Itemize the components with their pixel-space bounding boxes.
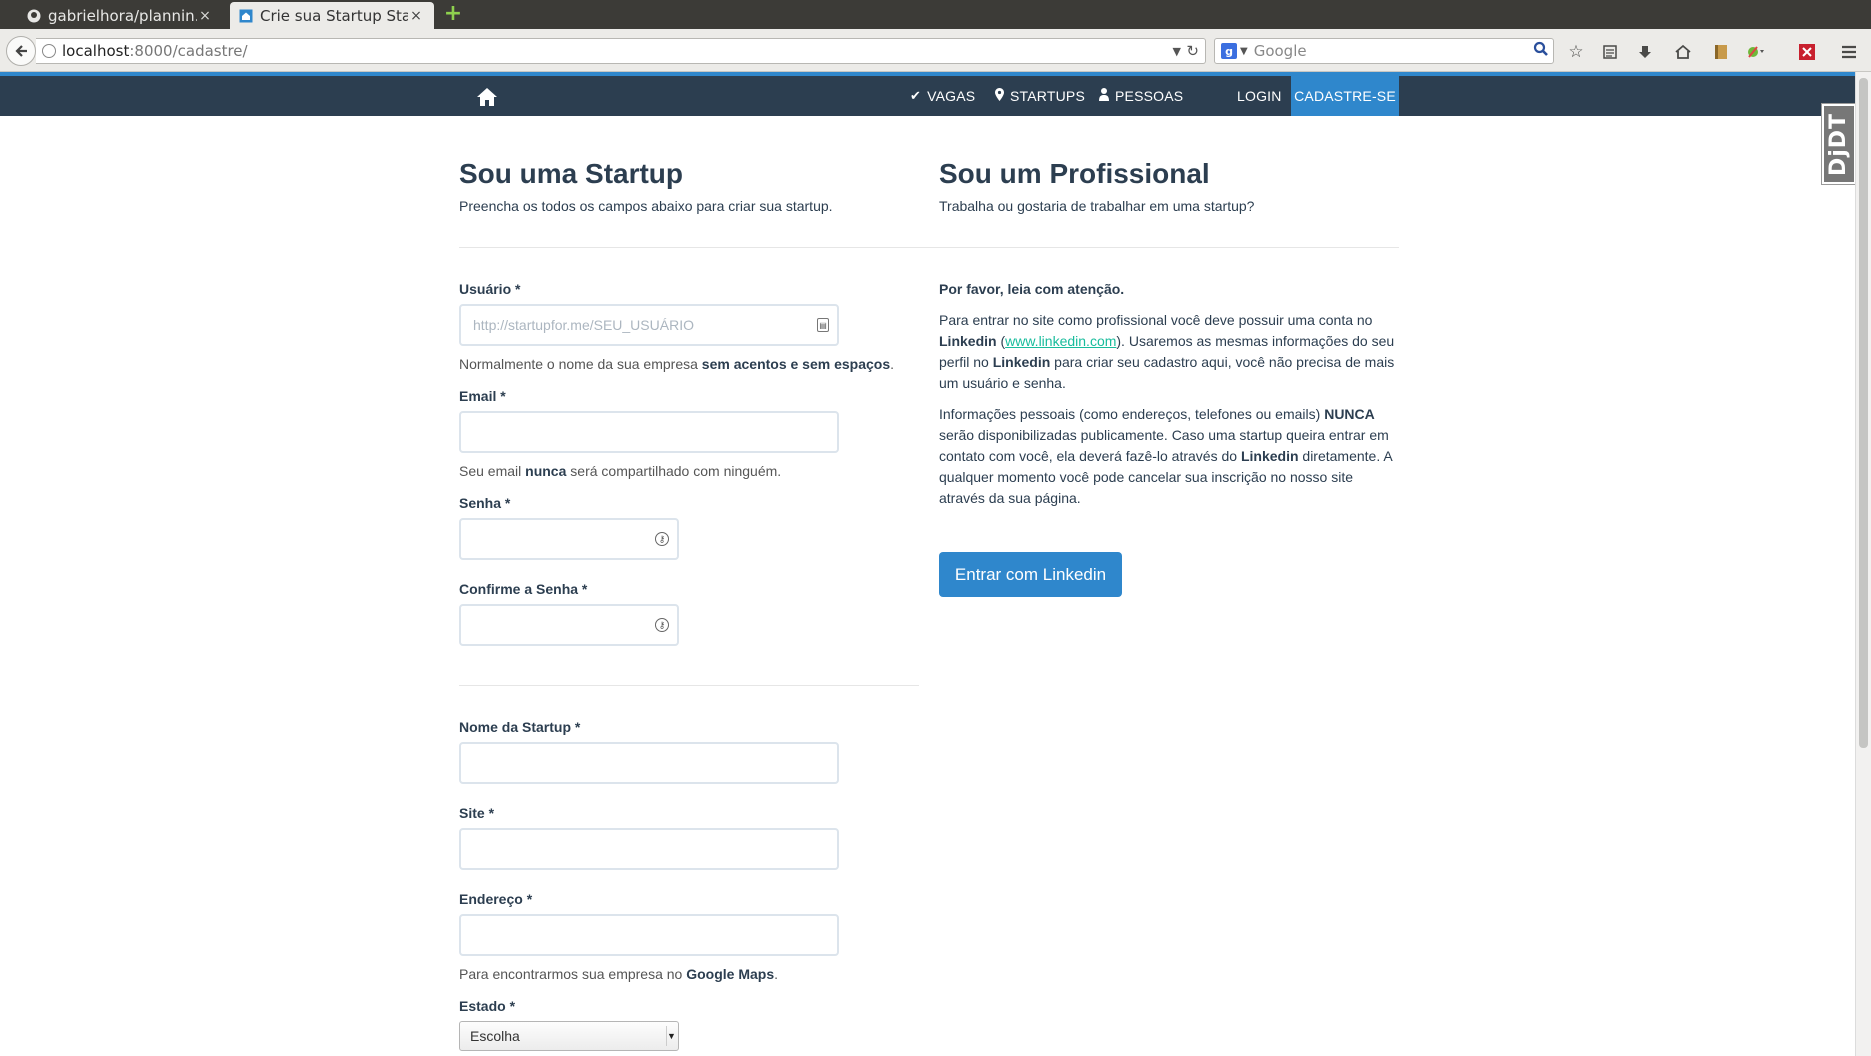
estado-label: Estado * xyxy=(459,998,516,1014)
search-icon[interactable] xyxy=(1533,41,1549,61)
back-arrow-icon[interactable] xyxy=(6,36,36,66)
browser-toolbar: localhost:8000/cadastre/ ▼ ↻ g ▼ Google … xyxy=(0,29,1871,72)
scrollbar-thumb[interactable] xyxy=(1859,78,1868,748)
site-field[interactable] xyxy=(459,828,839,870)
usuario-help: Normalmente o nome da sua empresa sem ac… xyxy=(459,356,895,372)
user-icon xyxy=(1099,88,1109,104)
nav-login[interactable]: LOGIN xyxy=(1237,76,1282,116)
browser-tab-bar: gabrielhora/plannin… × Crie sua Startup … xyxy=(0,0,1871,29)
django-debug-toolbar-tab[interactable]: DjDT xyxy=(1822,104,1856,184)
tab-title: Crie sua Startup Sta… xyxy=(260,6,408,25)
url-host: localhost xyxy=(62,42,130,60)
senha-field[interactable]: ⚷ xyxy=(459,518,679,560)
close-icon[interactable]: × xyxy=(197,8,213,24)
page-scrollbar[interactable] xyxy=(1855,72,1871,1056)
download-icon[interactable] xyxy=(1634,41,1656,63)
header-divider xyxy=(459,247,1399,248)
usuario-label: Usuário * xyxy=(459,281,521,297)
map-marker-icon xyxy=(995,88,1004,104)
nav-label: VAGAS xyxy=(927,88,976,104)
nav-pessoas[interactable]: PESSOAS xyxy=(1099,76,1183,116)
url-path: :8000/cadastre/ xyxy=(129,42,248,60)
extension-book-icon[interactable] xyxy=(1710,41,1732,63)
bookmark-star-icon[interactable]: ☆ xyxy=(1565,41,1587,63)
autofill-icon[interactable]: ▤ xyxy=(817,318,829,332)
extension-red-icon[interactable] xyxy=(1796,41,1818,63)
linkedin-login-button[interactable]: Entrar com Linkedin xyxy=(939,552,1122,597)
site-navbar: ✔ VAGAS STARTUPS PESSOAS LOGIN CADASTRE-… xyxy=(0,72,1855,116)
chevron-down-icon[interactable]: ▼ xyxy=(1240,46,1248,57)
email-field[interactable] xyxy=(459,411,839,453)
browser-tab-active[interactable]: Crie sua Startup Sta… × xyxy=(230,2,434,29)
confirme-senha-field[interactable]: ⚷ xyxy=(459,604,679,646)
section-divider xyxy=(459,685,919,686)
email-help: Seu email nunca será compartilhado com n… xyxy=(459,463,782,479)
password-key-icon[interactable]: ⚷ xyxy=(655,532,669,546)
usuario-input[interactable]: http://startupfor.me/SEU_USUÁRIO ▤ xyxy=(459,304,839,346)
startup-title: Sou uma Startup xyxy=(459,158,684,189)
endereco-field[interactable] xyxy=(459,914,839,956)
globe-icon xyxy=(42,44,56,58)
endereco-help: Para encontrarmos sua empresa no Google … xyxy=(459,966,779,982)
endereco-label: Endereço * xyxy=(459,891,533,907)
notice-text: Por favor, leia com atenção. xyxy=(939,281,1125,297)
github-icon xyxy=(26,8,42,24)
check-icon: ✔ xyxy=(910,88,922,103)
house-favicon-icon xyxy=(238,8,254,24)
close-icon[interactable]: × xyxy=(408,8,424,24)
reload-icon[interactable]: ↻ xyxy=(1186,42,1199,60)
menu-icon[interactable] xyxy=(1838,41,1860,63)
reading-list-icon[interactable] xyxy=(1599,41,1621,63)
tab-title: gabrielhora/plannin… xyxy=(48,6,197,25)
startup-subtitle: Preencha os todos os campos abaixo para … xyxy=(459,198,833,214)
search-bar[interactable]: g ▼ Google xyxy=(1214,38,1554,64)
url-bar[interactable]: localhost:8000/cadastre/ ▼ ↻ xyxy=(36,38,1206,64)
google-icon[interactable]: g xyxy=(1221,43,1237,59)
estado-selected: Escolha xyxy=(470,1028,520,1044)
profissional-title: Sou um Profissional xyxy=(939,158,1210,189)
confirme-senha-label: Confirme a Senha * xyxy=(459,581,588,597)
usuario-placeholder: http://startupfor.me/SEU_USUÁRIO xyxy=(473,317,694,333)
site-label: Site * xyxy=(459,805,495,821)
home-icon[interactable] xyxy=(1672,41,1694,63)
estado-select[interactable]: Escolha ▼ xyxy=(459,1021,679,1051)
password-key-icon[interactable]: ⚷ xyxy=(655,618,669,632)
new-tab-button[interactable]: + xyxy=(443,3,463,25)
email-label: Email * xyxy=(459,388,506,404)
home-icon[interactable] xyxy=(472,82,502,112)
extension-leaf-icon[interactable] xyxy=(1744,41,1766,63)
info-paragraph-2: Informações pessoais (como endereços, te… xyxy=(939,406,1392,506)
browser-tab-github[interactable]: gabrielhora/plannin… × xyxy=(18,2,223,29)
search-placeholder: Google xyxy=(1253,42,1307,60)
nav-startups[interactable]: STARTUPS xyxy=(995,76,1085,116)
chevron-down-icon: ▼ xyxy=(666,1026,676,1046)
page-content: Sou uma Startup Preencha os todos os cam… xyxy=(0,116,1855,1056)
chevron-down-icon[interactable]: ▼ xyxy=(1173,45,1181,58)
nav-vagas[interactable]: ✔ VAGAS xyxy=(910,76,975,116)
nav-label: STARTUPS xyxy=(1010,88,1085,104)
nav-cadastre-se[interactable]: CADASTRE-SE xyxy=(1291,76,1399,116)
linkedin-link[interactable]: www.linkedin.com xyxy=(1005,333,1116,349)
nome-startup-field[interactable] xyxy=(459,742,839,784)
profissional-subtitle: Trabalha ou gostaria de trabalhar em uma… xyxy=(939,198,1255,214)
nome-startup-label: Nome da Startup * xyxy=(459,719,581,735)
info-paragraph-1: Para entrar no site como profissional vo… xyxy=(939,312,1395,391)
nav-label: PESSOAS xyxy=(1115,88,1184,104)
senha-label: Senha * xyxy=(459,495,511,511)
